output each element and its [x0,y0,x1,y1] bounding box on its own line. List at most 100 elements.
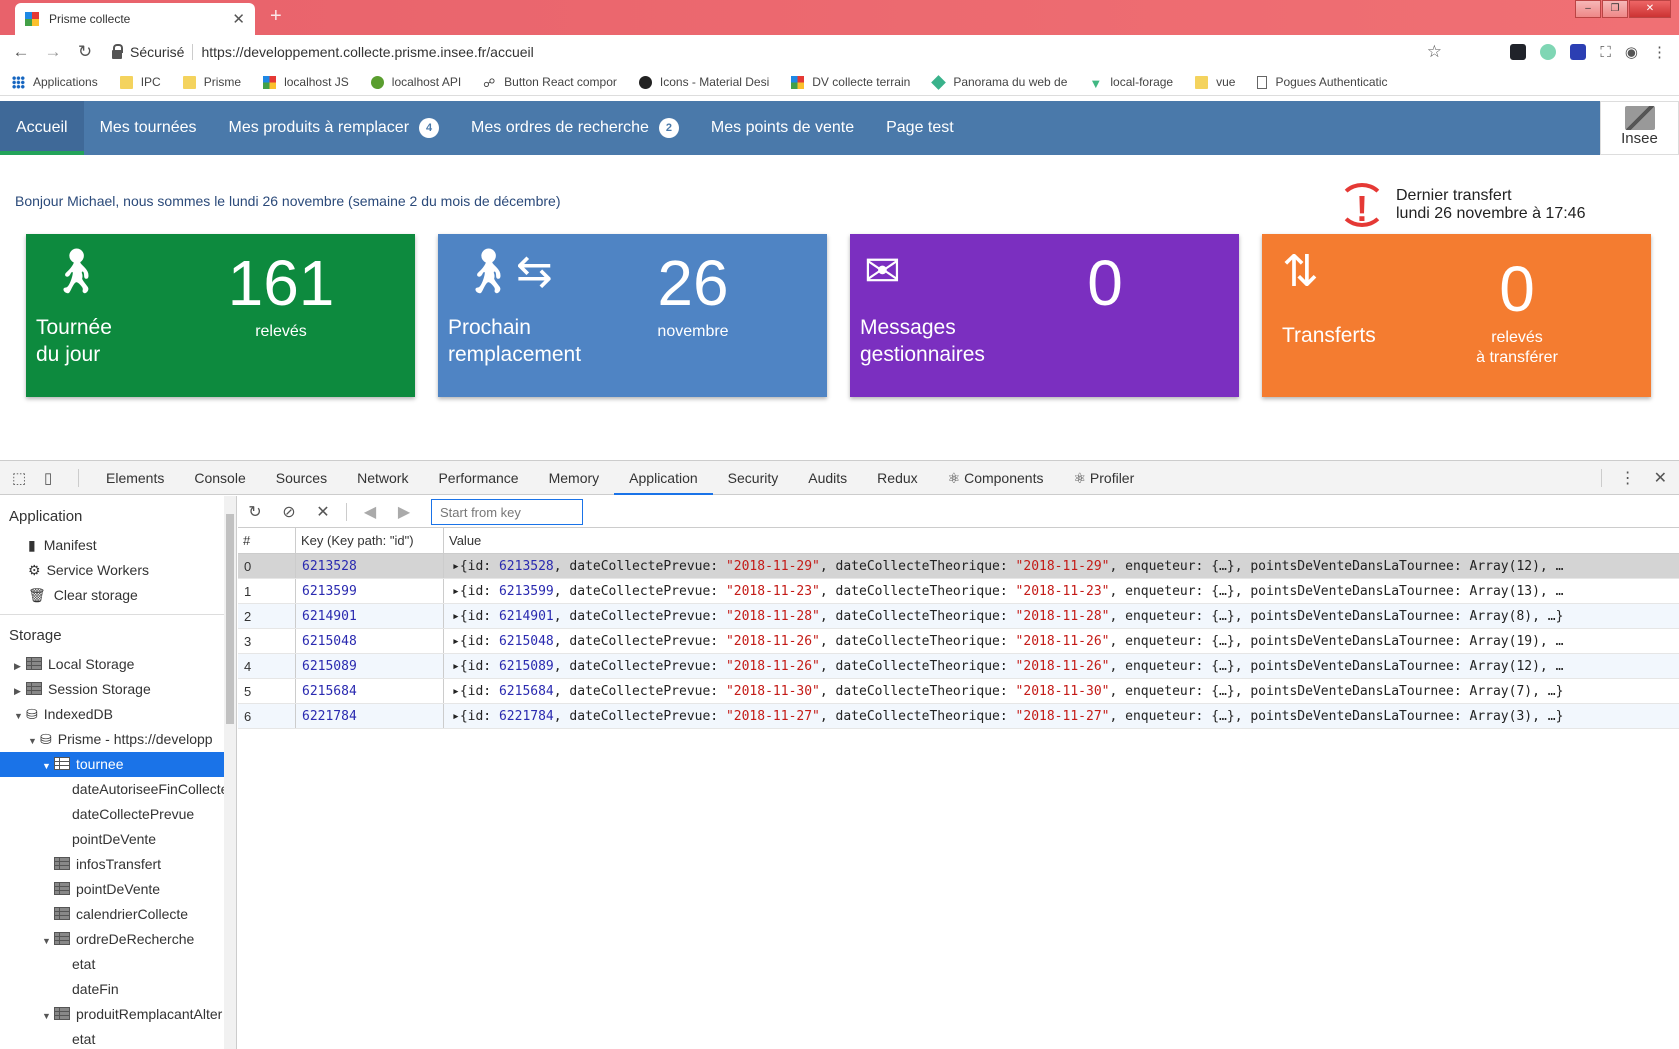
sidebar-index-item[interactable]: dateAutoriseeFinCollecte [0,777,236,802]
row-value[interactable]: ▸{id: 6221784, dateCollectePrevue: "2018… [444,704,1679,728]
row-value[interactable]: ▸{id: 6214901, dateCollectePrevue: "2018… [444,604,1679,628]
collapse-triangle-icon[interactable]: ▼ [42,1004,54,1027]
sidebar-index-item[interactable]: etat [0,1027,236,1049]
next-page-icon[interactable]: ▶ [387,502,421,522]
vue-devtools-icon[interactable] [1540,44,1557,60]
sidebar-item-session-storage[interactable]: ▶ Session Storage [0,677,236,702]
sidebar-index-item[interactable]: pointDeVente [0,827,236,852]
bookmark-item[interactable]: localhost JS [263,75,349,89]
table-row[interactable]: 2 6214901 ▸{id: 6214901, dateCollectePrevu… [238,604,1679,629]
bookmark-item[interactable]: ▼ local-forage [1089,75,1173,91]
table-row[interactable]: 3 6215048 ▸{id: 6215048, dateCollectePrevu… [238,629,1679,654]
row-value[interactable]: ▸{id: 6213599, dateCollectePrevue: "2018… [444,579,1679,603]
browser-tab[interactable]: Prisme collecte ✕ [15,3,255,35]
sidebar-index-item[interactable]: etat [0,952,236,977]
sidebar-index-item[interactable]: dateFin [0,977,236,1002]
sidebar-store-item[interactable]: calendrierCollecte [0,902,236,927]
sidebar-store-item[interactable]: ▼ ordreDeRecherche [0,927,236,952]
table-row[interactable]: 0 6213528 ▸{id: 6213528, dateCollectePrevu… [238,554,1679,579]
sidebar-index-item[interactable]: dateCollectePrevue [0,802,236,827]
tab-network[interactable]: Network [342,461,423,495]
tab-elements[interactable]: Elements [91,461,179,495]
bookmark-item[interactable]: DV collecte terrain [791,75,910,89]
sidebar-store-tournee[interactable]: ▼ tournee [0,752,236,777]
menu-kebab-icon[interactable]: ⋮ [1652,43,1667,61]
bookmark-item[interactable]: ☍ Button React compor [483,75,617,90]
tab-audits[interactable]: Audits [793,461,862,495]
sidebar-item-indexeddb[interactable]: ▼ ⛁ IndexedDB [0,702,236,727]
sidebar-item-manifest[interactable]: ▮ Manifest [0,533,236,558]
close-window-icon[interactable]: ✕ [1629,0,1671,18]
sidebar-item-clear-storage[interactable]: 🗑︎ Clear storage [0,583,236,608]
bookmark-item[interactable]: Panorama du web de [931,74,1067,90]
minimize-icon[interactable]: – [1575,0,1601,18]
close-devtools-icon[interactable]: ✕ [1654,468,1667,488]
table-row[interactable]: 4 6215089 ▸{id: 6215089, dateCollectePrevu… [238,654,1679,679]
tab-memory[interactable]: Memory [534,461,615,495]
expand-triangle-icon[interactable]: ▶ [14,654,26,677]
card-prochain-remplacement[interactable]: 🚶︎⇆ Prochain remplacement 26 novembre [438,234,827,397]
nav-mes-produits[interactable]: Mes produits à remplacer 4 [213,101,456,155]
collapse-triangle-icon[interactable]: ▼ [28,729,40,752]
nav-mes-ordres[interactable]: Mes ordres de recherche 2 [455,101,695,155]
screenshot-icon[interactable]: ⛶ [1600,44,1611,61]
nav-mes-tournees[interactable]: Mes tournées [84,101,213,155]
collapse-triangle-icon[interactable]: ▼ [14,704,26,727]
row-value[interactable]: ▸{id: 6215089, dateCollectePrevue: "2018… [444,654,1679,678]
redux-devtools-icon[interactable] [1570,44,1587,60]
card-transferts[interactable]: ⇅ Transferts 0 relevés à transférer [1262,234,1651,397]
sidebar-item-service-workers[interactable]: ⚙ Service Workers [0,558,236,583]
bookmark-item[interactable]: Applications [12,75,98,89]
nav-page-test[interactable]: Page test [870,101,970,155]
sidebar-store-item[interactable]: infosTransfert [0,852,236,877]
maximize-icon[interactable]: ❐ [1602,0,1628,18]
card-tournee-du-jour[interactable]: 🚶︎ Tournée du jour 161 relevés [26,234,415,397]
url-text[interactable]: https://developpement.collecte.prisme.in… [201,44,533,60]
devtools-menu-icon[interactable]: ⋮ [1620,468,1636,488]
new-tab-icon[interactable]: + [270,5,282,28]
bookmark-item[interactable]: IPC [119,75,161,89]
row-value[interactable]: ▸{id: 6213528, dateCollectePrevue: "2018… [444,554,1679,578]
bookmark-item[interactable]: vue [1195,75,1235,89]
bookmark-item[interactable]: localhost API [370,75,461,89]
row-value[interactable]: ▸{id: 6215048, dateCollectePrevue: "2018… [444,629,1679,653]
forward-arrow-icon[interactable]: → [42,42,64,62]
tab-redux[interactable]: Redux [862,461,932,495]
row-value[interactable]: ▸{id: 6215684, dateCollectePrevue: "2018… [444,679,1679,703]
delete-selected-icon[interactable]: ✕ [306,502,340,522]
inspect-element-icon[interactable]: ⬚ [12,469,32,487]
refresh-icon[interactable]: ↻ [238,502,272,522]
card-messages-gestionnaires[interactable]: ✉ Messages gestionnaires 0 [850,234,1239,397]
clear-object-store-icon[interactable]: ⊘ [272,502,306,522]
tab-security[interactable]: Security [713,461,794,495]
tab-console[interactable]: Console [179,461,260,495]
react-devtools-icon[interactable] [1510,44,1527,60]
back-arrow-icon[interactable]: ← [10,42,32,62]
nav-accueil[interactable]: Accueil [0,101,84,155]
previous-page-icon[interactable]: ◀ [353,502,387,522]
tab-components[interactable]: ⚛ Components [933,461,1059,495]
sidebar-item-local-storage[interactable]: ▶ Local Storage [0,652,236,677]
expand-triangle-icon[interactable]: ▶ [14,679,26,702]
bookmark-item[interactable]: Prisme [182,75,241,89]
tab-sources[interactable]: Sources [261,461,342,495]
table-row[interactable]: 6 6221784 ▸{id: 6221784, dateCollectePrevu… [238,704,1679,729]
sidebar-store-item[interactable]: pointDeVente [0,877,236,902]
bookmark-star-icon[interactable]: ☆ [1427,42,1442,62]
tab-performance[interactable]: Performance [423,461,533,495]
start-from-key-input[interactable]: Start from key [431,498,583,525]
table-row[interactable]: 1 6213599 ▸{id: 6213599, dateCollectePrevu… [238,579,1679,604]
profile-icon[interactable]: ◉ [1625,43,1638,61]
omnibox[interactable]: Sécurisé https://developpement.collecte.… [112,39,1442,65]
sidebar-store-item[interactable]: ▼ produitRemplacantAlter [0,1002,236,1027]
close-tab-icon[interactable]: ✕ [232,10,245,28]
collapse-triangle-icon[interactable]: ▼ [42,929,54,952]
tab-application[interactable]: Application [614,461,713,495]
sidebar-item-database[interactable]: ▼ ⛁ Prisme - https://developp [0,727,236,752]
nav-mes-points-de-vente[interactable]: Mes points de vente [695,101,870,155]
tab-profiler[interactable]: ⚛ Profiler [1058,461,1149,495]
bookmark-item[interactable]: Icons - Material Desi [638,75,769,89]
sidebar-scrollbar[interactable] [224,496,236,1049]
bookmark-item[interactable]: Pogues Authenticatic [1257,75,1388,89]
device-toolbar-icon[interactable]: ▯ [44,469,64,487]
